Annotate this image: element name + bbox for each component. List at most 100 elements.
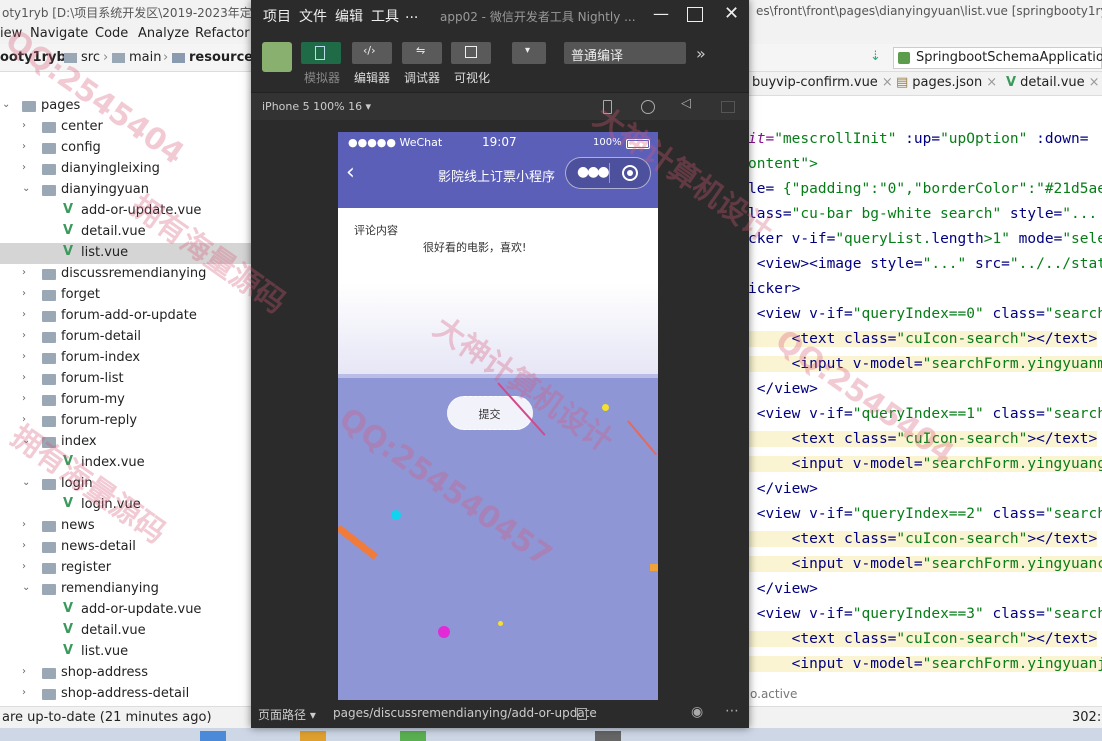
close-icon[interactable]: ×	[882, 75, 893, 90]
chevron-down-icon[interactable]: ⌄	[22, 582, 32, 596]
dt-menu-file[interactable]: 文件	[299, 6, 327, 26]
breadcrumb-src[interactable]: src	[81, 50, 100, 65]
tab-buyvip-confirm[interactable]: buyvip-confirm.vue ×	[752, 75, 893, 95]
taskbar-app-icon[interactable]	[200, 731, 226, 741]
page-path-label[interactable]: 页面路径 ▾	[258, 706, 316, 723]
visual-toggle-button[interactable]	[451, 42, 491, 64]
chevron-right-icon[interactable]: ›	[22, 540, 32, 554]
menu-code[interactable]: Code	[95, 26, 128, 41]
editor-toggle-button[interactable]: ‹/›	[352, 42, 392, 64]
tree-item[interactable]: › forum-my	[0, 390, 252, 411]
copy-icon[interactable]	[577, 708, 587, 720]
tree-item[interactable]: ⌄ index	[0, 432, 252, 453]
chevron-right-icon[interactable]: ›	[22, 267, 32, 281]
chevron-right-icon[interactable]: ›	[22, 351, 32, 365]
tree-item[interactable]: Vlist.vue	[0, 243, 252, 264]
chevron-right-icon[interactable]: ›	[22, 120, 32, 134]
chevron-right-icon[interactable]: ›	[22, 393, 32, 407]
tree-item[interactable]: Vlogin.vue	[0, 495, 252, 516]
tree-item[interactable]: Vadd-or-update.vue	[0, 201, 252, 222]
menu-analyze[interactable]: Analyze	[138, 26, 189, 41]
tree-item[interactable]: › discussremendianying	[0, 264, 252, 285]
tree-item[interactable]: › center	[0, 117, 252, 138]
menu-refactor[interactable]: Refactor	[195, 26, 250, 41]
chevron-right-icon[interactable]: ›	[22, 330, 32, 344]
tree-item[interactable]: › dianyingleixing	[0, 159, 252, 180]
chevron-right-icon[interactable]: ›	[22, 414, 32, 428]
dt-menu-tools[interactable]: 工具	[371, 6, 399, 26]
breadcrumb-main[interactable]: main	[129, 50, 161, 65]
tab-detail-vue[interactable]: Vdetail.vue ×	[1006, 75, 1100, 95]
more-tools-icon[interactable]: »	[696, 44, 706, 63]
status-position[interactable]: 302:2	[1072, 710, 1102, 725]
tree-item[interactable]: Vadd-or-update.vue	[0, 600, 252, 621]
close-icon[interactable]: ×	[986, 75, 997, 90]
minimize-icon[interactable]: —	[653, 4, 669, 23]
eye-icon[interactable]: ◉	[691, 704, 703, 720]
detach-icon[interactable]	[721, 101, 735, 113]
taskbar-app-icon[interactable]	[300, 731, 326, 741]
submit-button[interactable]: 提交	[447, 396, 533, 430]
chevron-right-icon[interactable]: ›	[22, 141, 32, 155]
tree-item[interactable]: › forum-list	[0, 369, 252, 390]
chevron-down-icon[interactable]: ⌄	[22, 477, 32, 491]
dt-menu-project[interactable]: 项目	[263, 6, 291, 26]
more-icon[interactable]: ⋯	[725, 703, 739, 719]
device-select[interactable]: iPhone 5 100% 16 ▾	[262, 100, 371, 113]
tree-item[interactable]: ⌄ remendianying	[0, 579, 252, 600]
phone-icon[interactable]	[603, 100, 612, 114]
more-dots-icon[interactable]: ●●●	[577, 164, 610, 180]
close-icon[interactable]: ✕	[724, 3, 739, 24]
tree-item[interactable]: › register	[0, 558, 252, 579]
simulator-toggle-button[interactable]	[301, 42, 341, 64]
menu-navigate[interactable]: Navigate	[30, 26, 88, 41]
chevron-right-icon[interactable]: ›	[22, 288, 32, 302]
code-editor[interactable]: it="mescrollInit" :up="upOption" :down= o…	[748, 126, 1102, 686]
build-icon[interactable]: ⇣	[870, 49, 881, 64]
taskbar-app-icon[interactable]	[400, 731, 426, 741]
maximize-icon[interactable]	[687, 7, 703, 22]
taskbar-app-icon[interactable]	[595, 731, 621, 741]
debugger-toggle-button[interactable]: ⇋	[402, 42, 442, 64]
comment-textarea[interactable]: 很好看的电影，喜欢!	[423, 239, 633, 255]
tree-item[interactable]: › forum-add-or-update	[0, 306, 252, 327]
tree-item[interactable]: Vindex.vue	[0, 453, 252, 474]
breadcrumb-project[interactable]: ooty1ryb	[0, 50, 66, 65]
chevron-right-icon[interactable]: ›	[22, 372, 32, 386]
chevron-right-icon[interactable]: ›	[22, 309, 32, 323]
avatar[interactable]	[262, 42, 292, 72]
chevron-right-icon[interactable]: ›	[22, 561, 32, 575]
tree-item[interactable]: › forget	[0, 285, 252, 306]
tree-item[interactable]: › forum-reply	[0, 411, 252, 432]
tree-item[interactable]: › news	[0, 516, 252, 537]
chevron-down-icon[interactable]: ⌄	[2, 99, 12, 113]
menu-view[interactable]: iew	[0, 26, 22, 41]
chevron-down-icon[interactable]: ⌄	[22, 183, 32, 197]
mode-dropdown[interactable]: ▾	[512, 42, 546, 64]
tree-item[interactable]: ⌄ login	[0, 474, 252, 495]
chevron-right-icon[interactable]: ›	[22, 687, 32, 701]
chevron-right-icon[interactable]: ›	[22, 162, 32, 176]
chevron-right-icon[interactable]: ›	[22, 519, 32, 533]
tree-item[interactable]: Vdetail.vue	[0, 621, 252, 642]
tree-item[interactable]: › shop-address-detail	[0, 684, 252, 705]
tree-item[interactable]: › shop-address	[0, 663, 252, 684]
dt-menu-more[interactable]: ...	[405, 6, 418, 22]
tree-item[interactable]: › news-detail	[0, 537, 252, 558]
close-icon[interactable]: ×	[1089, 75, 1100, 90]
tree-item[interactable]: › forum-detail	[0, 327, 252, 348]
chevron-right-icon[interactable]: ›	[22, 666, 32, 680]
tree-item[interactable]: ⌄ dianyingyuan	[0, 180, 252, 201]
record-icon[interactable]	[641, 100, 655, 114]
sound-icon[interactable]: ◁	[681, 96, 691, 111]
tab-pages-json[interactable]: ▤ pages.json ×	[896, 75, 997, 95]
tree-item[interactable]: Vdetail.vue	[0, 222, 252, 243]
tree-item[interactable]: Vlist.vue	[0, 642, 252, 663]
dt-menu-edit[interactable]: 编辑	[335, 6, 363, 26]
chevron-down-icon[interactable]: ⌄	[22, 435, 32, 449]
back-arrow-icon[interactable]: ‹	[346, 161, 355, 185]
close-mini-program-icon[interactable]	[622, 165, 638, 181]
run-config-select[interactable]: SpringbootSchemaApplication	[893, 47, 1102, 69]
tree-item[interactable]: › forum-index	[0, 348, 252, 369]
compile-mode-select[interactable]: 普通编译	[564, 42, 686, 64]
